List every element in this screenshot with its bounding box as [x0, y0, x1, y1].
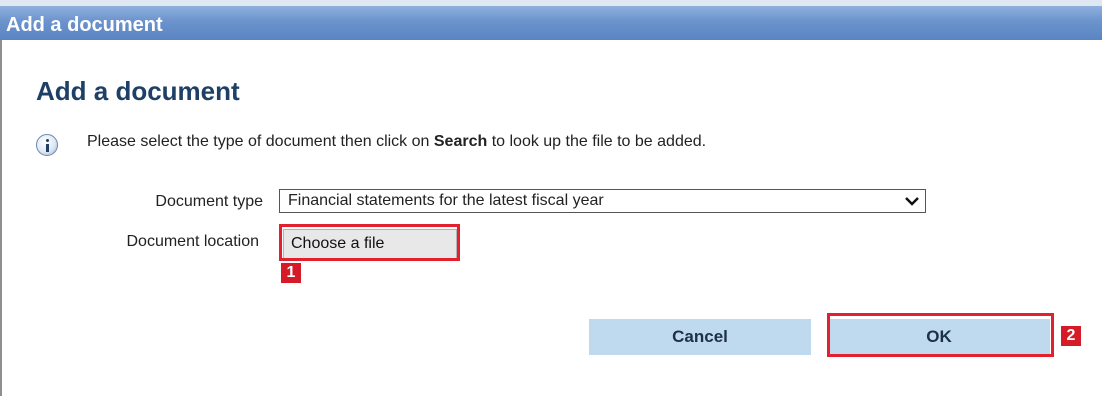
document-type-select[interactable]: Financial statements for the latest fisc… [279, 189, 926, 213]
info-message: Please select the type of document then … [87, 133, 706, 151]
step-badge-1: 1 [281, 263, 301, 283]
document-type-value: Financial statements for the latest fisc… [288, 192, 604, 209]
info-text-after: to look up the file to be added. [487, 133, 707, 150]
window-title: Add a document [6, 14, 163, 36]
window-title-bar: Add a document [0, 0, 1102, 40]
highlight-box-1 [279, 224, 460, 261]
info-text-bold: Search [433, 133, 488, 150]
info-text-before: Please select the type of document then … [87, 133, 434, 150]
info-icon [36, 134, 58, 156]
step-badge-2: 2 [1061, 326, 1081, 346]
dialog-heading: Add a document [36, 76, 240, 106]
highlight-box-2 [827, 313, 1054, 357]
document-location-label: Document location [126, 233, 259, 250]
window-left-border [0, 40, 2, 396]
cancel-button[interactable]: Cancel [589, 319, 811, 355]
document-type-label: Document type [155, 193, 263, 210]
chevron-down-icon [905, 197, 919, 206]
